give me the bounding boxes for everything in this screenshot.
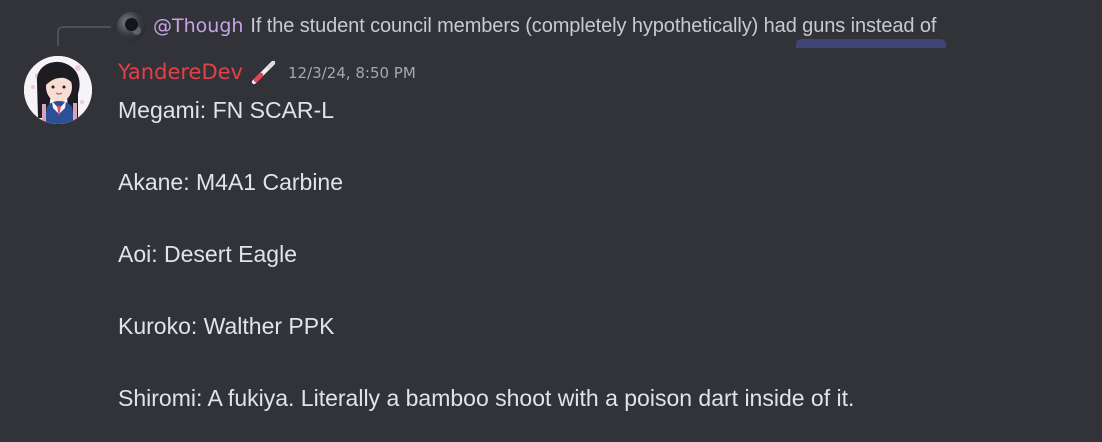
message-header: YandereDev 12/3/24, 8:50 PM	[118, 56, 416, 88]
message-timestamp: 12/3/24, 8:50 PM	[287, 64, 416, 82]
message-line-aoi: Aoi: Desert Eagle	[118, 241, 297, 267]
reply-highlight	[796, 39, 946, 48]
message-line-megami: Megami: FN SCAR-L	[118, 97, 334, 123]
pen-icon	[249, 57, 279, 87]
avatar-image	[24, 56, 92, 124]
author-name[interactable]: YandereDev	[118, 60, 243, 84]
author-avatar[interactable]	[24, 56, 92, 124]
message-gap	[118, 197, 1048, 239]
pen-icon-graphic	[251, 60, 276, 85]
message-line-shiromi: Shiromi: A fukiya. Literally a bamboo sh…	[118, 385, 855, 411]
reply-preview[interactable]: @Though If the student council members (…	[117, 11, 937, 41]
message-line-akane: Akane: M4A1 Carbine	[118, 169, 344, 195]
reply-preview-text: If the student council members (complete…	[250, 15, 937, 37]
reply-avatar[interactable]	[117, 11, 146, 41]
message-gap	[118, 125, 1048, 167]
message-gap	[118, 269, 1048, 311]
reply-author[interactable]: @Though	[153, 12, 243, 40]
message-line-kuroko: Kuroko: Walther PPK	[118, 313, 335, 339]
reply-spine	[57, 26, 111, 46]
message-gap	[118, 341, 1048, 383]
message-body: Megami: FN SCAR-L Akane: M4A1 Carbine Ao…	[118, 95, 1048, 413]
